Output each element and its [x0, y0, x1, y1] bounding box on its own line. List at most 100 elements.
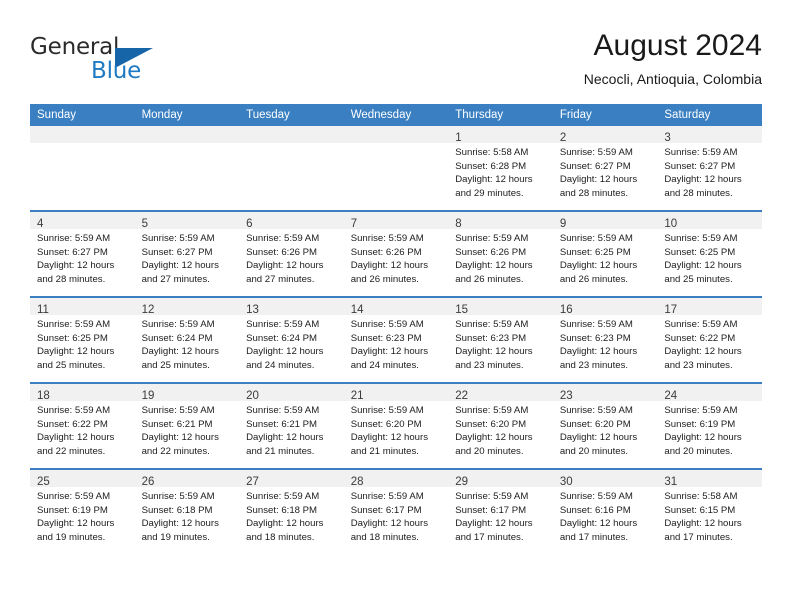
calendar-day-cell[interactable]: 8 Sunrise: 5:59 AM Sunset: 6:26 PM Daylight… — [448, 211, 553, 298]
sunrise-text: Sunrise: 5:59 AM — [559, 491, 633, 502]
sunset-text: Sunset: 6:25 PM — [664, 246, 736, 258]
sunset-text: Sunset: 6:21 PM — [141, 418, 213, 430]
calendar-day-cell[interactable]: 5 Sunrise: 5:59 AM Sunset: 6:27 PM Daylight… — [134, 211, 240, 298]
daylight-text-line1: Daylight: 12 hours — [455, 260, 533, 272]
sun-info: Sunrise: 5:59 AM Sunset: 6:18 PM Daylight:… — [135, 487, 240, 544]
daylight-text-line1: Daylight: 12 hours — [559, 260, 638, 272]
sunset-text: Sunset: 6:22 PM — [37, 418, 108, 430]
calendar-day-cell[interactable]: 2 Sunrise: 5:59 AM Sunset: 6:27 PM Daylight… — [552, 126, 658, 212]
sun-info: Sunrise: 5:59 AM Sunset: 6:19 PM Daylight:… — [30, 487, 135, 544]
calendar-day-cell[interactable]: 15 Sunrise: 5:59 AM Sunset: 6:23 PM Dayligh… — [448, 297, 553, 384]
daylight-text-line1: Daylight: 12 hours — [559, 518, 638, 530]
day-cell-content: 31 Sunrise: 5:58 AM Sunset: 6:15 PM Dayligh… — [657, 470, 762, 554]
calendar-day-cell[interactable]: 6 Sunrise: 5:59 AM Sunset: 6:26 PM Daylight… — [239, 211, 344, 298]
day-number-band: 7 — [343, 212, 449, 230]
calendar-day-cell[interactable]: 17 Sunrise: 5:59 AM Sunset: 6:22 PM Dayligh… — [657, 297, 762, 384]
daylight-text-line1: Daylight: 12 hours — [350, 518, 429, 530]
daylight-text-line2: and 25 minutes. — [37, 359, 106, 371]
calendar-day-cell[interactable]: 30 Sunrise: 5:59 AM Sunset: 6:16 PM Dayligh… — [552, 469, 658, 554]
daylight-text-line2: and 17 minutes. — [664, 531, 733, 543]
day-number: 10 — [664, 218, 678, 230]
daylight-text-line1: Daylight: 12 hours — [141, 432, 219, 444]
sun-info: Sunrise: 5:59 AM Sunset: 6:24 PM Daylight:… — [135, 315, 240, 372]
sunrise-text: Sunrise: 5:59 AM — [455, 491, 529, 502]
calendar-day-cell[interactable]: 18 Sunrise: 5:59 AM Sunset: 6:22 PM Dayligh… — [30, 383, 135, 470]
calendar-day-cell[interactable]: 21 Sunrise: 5:59 AM Sunset: 6:20 PM Dayligh… — [343, 383, 449, 470]
calendar-day-cell[interactable]: 16 Sunrise: 5:59 AM Sunset: 6:23 PM Dayligh… — [552, 297, 658, 384]
daylight-text-line2: and 25 minutes. — [141, 359, 210, 371]
sunrise-text: Sunrise: 5:59 AM — [141, 319, 215, 330]
weekday-header-tuesday: Tuesday — [239, 104, 344, 126]
sunrise-text: Sunrise: 5:59 AM — [37, 319, 111, 330]
daylight-text-line1: Daylight: 12 hours — [246, 260, 324, 272]
day-cell-content: 14 Sunrise: 5:59 AM Sunset: 6:23 PM Dayligh… — [343, 298, 449, 382]
calendar-day-cell[interactable]: 24 Sunrise: 5:59 AM Sunset: 6:19 PM Dayligh… — [657, 383, 762, 470]
daylight-text-line1: Daylight: 12 hours — [141, 260, 219, 272]
calendar-day-cell[interactable]: 27 Sunrise: 5:59 AM Sunset: 6:18 PM Dayligh… — [239, 469, 344, 554]
calendar-day-cell[interactable]: 13 Sunrise: 5:59 AM Sunset: 6:24 PM Dayligh… — [239, 297, 344, 384]
weekday-header-sunday: Sunday — [30, 104, 135, 126]
calendar-day-cell[interactable]: 14 Sunrise: 5:59 AM Sunset: 6:23 PM Dayligh… — [343, 297, 449, 384]
daylight-text-line1: Daylight: 12 hours — [37, 518, 115, 530]
day-cell-content: 7 Sunrise: 5:59 AM Sunset: 6:26 PM Daylight… — [343, 212, 449, 296]
daylight-text-line2: and 28 minutes. — [664, 187, 733, 199]
calendar-day-cell[interactable]: 26 Sunrise: 5:59 AM Sunset: 6:18 PM Dayligh… — [134, 469, 240, 554]
sun-info: Sunrise: 5:59 AM Sunset: 6:27 PM Daylight:… — [553, 143, 658, 200]
daylight-text-line1: Daylight: 12 hours — [141, 518, 219, 530]
sunset-text: Sunset: 6:25 PM — [37, 332, 108, 344]
calendar-day-cell[interactable]: 9 Sunrise: 5:59 AM Sunset: 6:25 PM Daylight… — [552, 211, 658, 298]
sunrise-text: Sunrise: 5:59 AM — [664, 319, 738, 330]
calendar-day-cell[interactable]: 10 Sunrise: 5:59 AM Sunset: 6:25 PM Dayligh… — [657, 211, 762, 298]
day-number: 12 — [141, 304, 155, 316]
calendar-day-cell[interactable]: 23 Sunrise: 5:59 AM Sunset: 6:20 PM Dayligh… — [552, 383, 658, 470]
calendar-day-cell[interactable]: 11 Sunrise: 5:59 AM Sunset: 6:25 PM Dayligh… — [30, 297, 135, 384]
calendar-week-row: 25 Sunrise: 5:59 AM Sunset: 6:19 PM Dayligh… — [30, 469, 762, 554]
calendar-day-cell[interactable]: 1 Sunrise: 5:58 AM Sunset: 6:28 PM Daylight… — [448, 126, 553, 212]
daylight-text-line2: and 17 minutes. — [559, 531, 629, 543]
calendar-day-cell[interactable]: 12 Sunrise: 5:59 AM Sunset: 6:24 PM Dayligh… — [134, 297, 240, 384]
sun-info: Sunrise: 5:59 AM Sunset: 6:23 PM Daylight:… — [344, 315, 449, 372]
day-cell-content: 10 Sunrise: 5:59 AM Sunset: 6:25 PM Dayligh… — [657, 212, 762, 296]
sunrise-text: Sunrise: 5:59 AM — [141, 405, 215, 416]
daylight-text-line1: Daylight: 12 hours — [246, 432, 324, 444]
day-number: 18 — [37, 390, 50, 402]
calendar-day-cell[interactable]: 28 Sunrise: 5:59 AM Sunset: 6:17 PM Dayligh… — [343, 469, 449, 554]
calendar-day-cell[interactable]: 25 Sunrise: 5:59 AM Sunset: 6:19 PM Dayligh… — [30, 469, 135, 554]
sunrise-text: Sunrise: 5:59 AM — [350, 405, 424, 416]
calendar-day-cell[interactable]: 19 Sunrise: 5:59 AM Sunset: 6:21 PM Dayligh… — [134, 383, 240, 470]
daylight-text-line2: and 21 minutes. — [350, 445, 419, 457]
daylight-text-line1: Daylight: 12 hours — [246, 346, 324, 358]
day-number-band — [134, 126, 240, 143]
daylight-text-line2: and 20 minutes. — [664, 445, 733, 457]
sun-info: Sunrise: 5:59 AM Sunset: 6:16 PM Daylight:… — [553, 487, 658, 544]
calendar-day-cell[interactable]: 29 Sunrise: 5:59 AM Sunset: 6:17 PM Dayligh… — [448, 469, 553, 554]
calendar-day-cell[interactable]: 22 Sunrise: 5:59 AM Sunset: 6:20 PM Dayligh… — [448, 383, 553, 470]
brand-logo[interactable]: General Blue — [30, 34, 270, 90]
day-number-band: 26 — [134, 470, 240, 488]
sunrise-text: Sunrise: 5:59 AM — [246, 233, 320, 244]
sun-info: Sunrise: 5:59 AM Sunset: 6:27 PM Daylight:… — [657, 143, 762, 200]
day-number-band: 16 — [552, 298, 658, 316]
sunset-text: Sunset: 6:26 PM — [246, 246, 318, 258]
day-cell-content: 2 Sunrise: 5:59 AM Sunset: 6:27 PM Daylight… — [552, 126, 658, 210]
day-number-band: 14 — [343, 298, 449, 316]
calendar-day-cell[interactable]: 4 Sunrise: 5:59 AM Sunset: 6:27 PM Daylight… — [30, 211, 135, 298]
sunrise-text: Sunrise: 5:59 AM — [350, 319, 424, 330]
sun-info: Sunrise: 5:59 AM Sunset: 6:27 PM Daylight:… — [135, 229, 240, 286]
day-cell-content: 4 Sunrise: 5:59 AM Sunset: 6:27 PM Daylight… — [30, 212, 135, 296]
daylight-text-line1: Daylight: 12 hours — [141, 346, 219, 358]
calendar-day-cell[interactable]: 31 Sunrise: 5:58 AM Sunset: 6:15 PM Dayligh… — [657, 469, 762, 554]
daylight-text-line2: and 28 minutes. — [37, 273, 106, 285]
empty-day — [134, 126, 240, 210]
sun-info: Sunrise: 5:59 AM Sunset: 6:21 PM Daylight:… — [239, 401, 344, 458]
calendar-day-cell[interactable]: 7 Sunrise: 5:59 AM Sunset: 6:26 PM Daylight… — [343, 211, 449, 298]
sunrise-text: Sunrise: 5:58 AM — [664, 491, 738, 502]
daylight-text-line2: and 19 minutes. — [37, 531, 106, 543]
weekday-header-thursday: Thursday — [448, 104, 553, 126]
day-number-band: 8 — [448, 212, 553, 230]
day-number-band: 22 — [448, 384, 553, 402]
calendar-day-cell[interactable]: 20 Sunrise: 5:59 AM Sunset: 6:21 PM Dayligh… — [239, 383, 344, 470]
calendar-day-cell[interactable]: 3 Sunrise: 5:59 AM Sunset: 6:27 PM Daylight… — [657, 126, 762, 212]
day-cell-content: 25 Sunrise: 5:59 AM Sunset: 6:19 PM Dayligh… — [30, 470, 135, 554]
day-cell-content: 9 Sunrise: 5:59 AM Sunset: 6:25 PM Daylight… — [552, 212, 658, 296]
